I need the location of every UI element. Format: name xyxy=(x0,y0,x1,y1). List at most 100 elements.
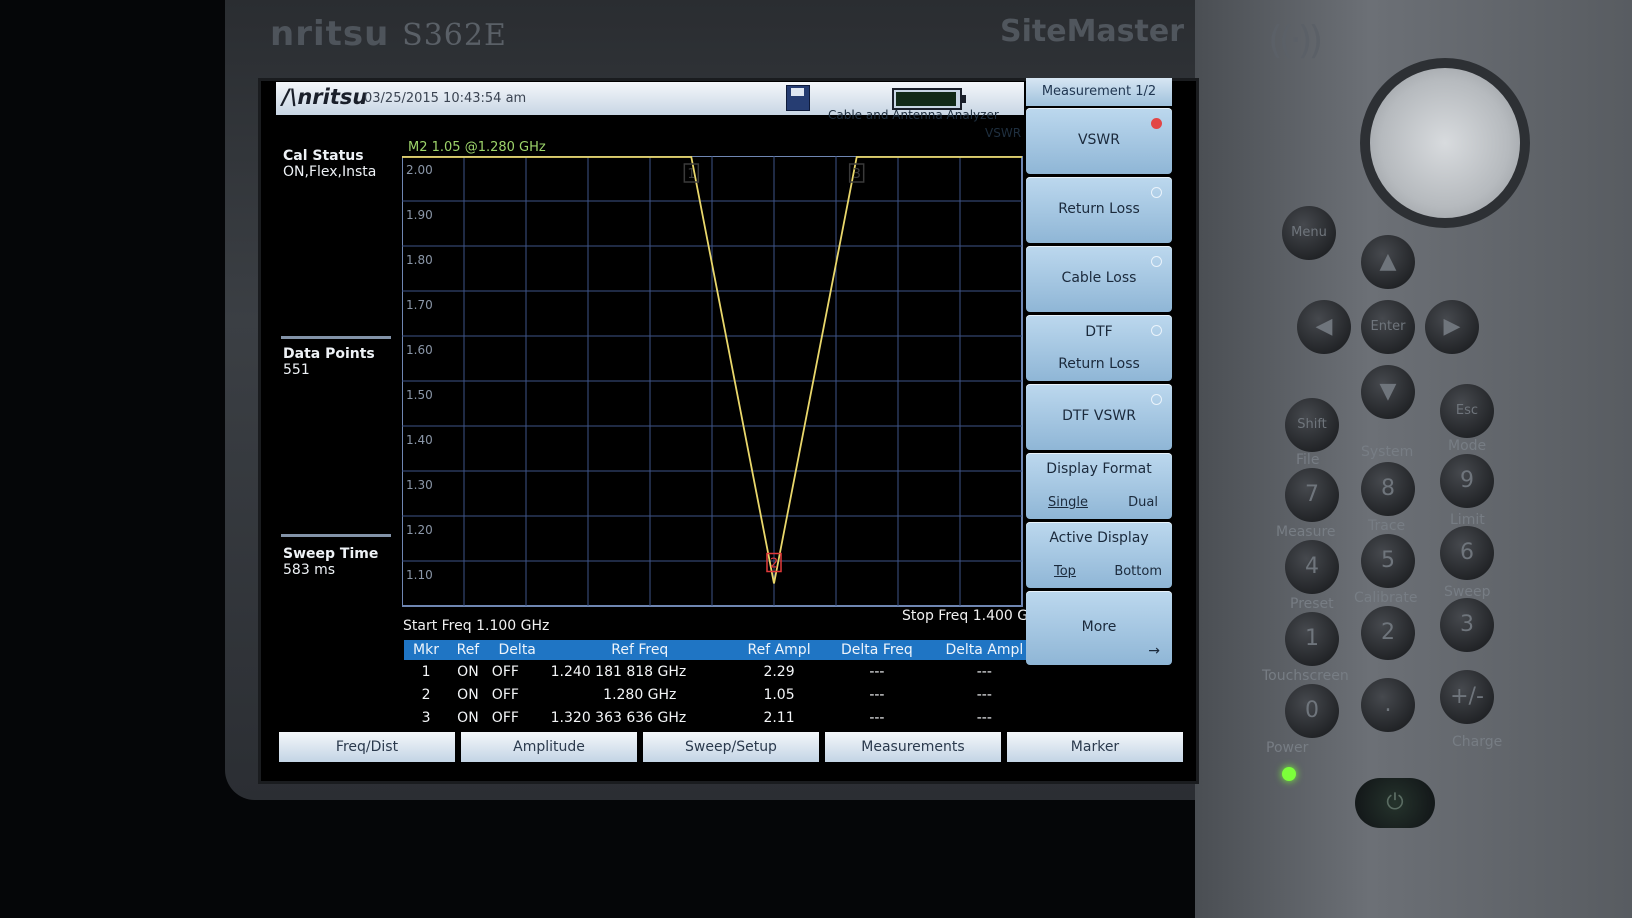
dual-option[interactable]: Dual xyxy=(1128,495,1158,510)
down-arrow-icon[interactable]: ▼ xyxy=(1361,365,1415,419)
col-delta-freq: Delta Freq xyxy=(825,640,929,660)
radio-icon xyxy=(1151,256,1162,267)
vswr-button[interactable]: VSWR xyxy=(1026,108,1172,174)
power-led-icon xyxy=(1282,767,1296,781)
date-time: 03/25/2015 10:43:54 am xyxy=(364,91,527,106)
radio-icon xyxy=(1151,325,1162,336)
marker-label: 1 xyxy=(687,167,695,182)
return-loss-button[interactable]: Return Loss xyxy=(1026,177,1172,243)
battery-icon xyxy=(892,88,966,110)
rotary-knob[interactable] xyxy=(1360,58,1530,228)
key-5[interactable]: 5 xyxy=(1361,534,1415,588)
marker-label: 3 xyxy=(853,167,861,182)
dtf-return-loss-label: Return Loss xyxy=(1058,356,1140,372)
cell: ON xyxy=(457,686,479,703)
tab-freq-dist[interactable]: Freq/Dist xyxy=(279,732,455,762)
sweep-time-title: Sweep Time xyxy=(283,546,379,562)
active-display-label: Active Display xyxy=(1049,530,1149,546)
system-label: System xyxy=(1361,444,1414,460)
stop-freq[interactable]: Stop Freq 1.400 GHz xyxy=(902,608,1046,624)
tab-measurements[interactable]: Measurements xyxy=(825,732,1001,762)
key-7[interactable]: 7 xyxy=(1285,468,1339,522)
more-button[interactable]: More → xyxy=(1026,591,1172,665)
marker-table: Mkr Ref Delta Ref Freq Ref Ampl Delta Fr… xyxy=(404,640,1040,729)
mode-label: Cable and Antenna Analyzer xyxy=(828,108,999,122)
col-mkr: Mkr xyxy=(404,640,449,660)
return-loss-label: Return Loss xyxy=(1058,201,1140,217)
enter-key[interactable]: Enter xyxy=(1361,300,1415,354)
y-tick-label: 1.40 xyxy=(406,433,433,447)
power-button[interactable]: ⏻ xyxy=(1355,778,1435,828)
cell: 1.05 xyxy=(763,686,795,703)
y-tick-label: 1.80 xyxy=(406,253,433,267)
key-1[interactable]: 1 xyxy=(1285,612,1339,666)
trace-label: Trace xyxy=(1368,518,1406,534)
esc-key[interactable]: Esc xyxy=(1440,384,1494,438)
cell: OFF xyxy=(491,663,519,680)
cell: --- xyxy=(869,709,885,726)
mode-key-label: Mode xyxy=(1448,438,1487,454)
bottom-option[interactable]: Bottom xyxy=(1114,564,1162,579)
cell: --- xyxy=(976,709,992,726)
key-8[interactable]: 8 xyxy=(1361,462,1415,516)
key-6[interactable]: 6 xyxy=(1440,526,1494,580)
cal-status-value: ON,Flex,Insta xyxy=(283,164,377,180)
display-format-button[interactable]: Display Format Single Dual xyxy=(1026,453,1172,519)
dtf-label: DTF xyxy=(1085,324,1113,340)
shift-key[interactable]: Shift xyxy=(1285,398,1339,452)
sweep-time: Sweep Time 583 ms xyxy=(283,546,378,578)
cell: 3 xyxy=(421,709,431,726)
tab-amplitude[interactable]: Amplitude xyxy=(461,732,637,762)
menu-key[interactable]: Menu xyxy=(1282,206,1336,260)
dtf-vswr-label: DTF VSWR xyxy=(1062,408,1136,424)
power-label: Power xyxy=(1266,740,1309,756)
key-9[interactable]: 9 xyxy=(1440,454,1494,508)
cell: --- xyxy=(869,686,885,703)
y-tick-label: 1.90 xyxy=(406,208,433,222)
cell: 1 xyxy=(421,663,431,680)
radio-selected-icon xyxy=(1151,118,1162,129)
single-option[interactable]: Single xyxy=(1048,495,1088,510)
cable-loss-button[interactable]: Cable Loss xyxy=(1026,246,1172,312)
y-tick-label: 1.60 xyxy=(406,343,433,357)
cell: 2.11 xyxy=(763,709,795,726)
cell: --- xyxy=(869,663,885,680)
radio-icon xyxy=(1151,394,1162,405)
cell: 1.280 GHz xyxy=(603,686,677,703)
preset-label: Preset xyxy=(1290,596,1334,612)
y-tick-label: 1.20 xyxy=(406,523,433,537)
table-row: 2 ON OFF 1.280 GHz 1.05 --- --- xyxy=(404,683,1040,706)
touchscreen-label: Touchscreen xyxy=(1262,668,1349,684)
key-4[interactable]: 4 xyxy=(1285,540,1339,594)
y-tick-label: 2.00 xyxy=(406,163,433,177)
right-arrow-icon[interactable]: ▶ xyxy=(1425,300,1479,354)
top-option[interactable]: Top xyxy=(1054,564,1076,579)
key-0[interactable]: 0 xyxy=(1285,684,1339,738)
dtf-vswr-button[interactable]: DTF VSWR xyxy=(1026,384,1172,450)
key-2[interactable]: 2 xyxy=(1361,606,1415,660)
cell: --- xyxy=(976,686,992,703)
y-tick-label: 1.50 xyxy=(406,388,433,402)
left-arrow-icon[interactable]: ◀ xyxy=(1297,300,1351,354)
save-icon[interactable] xyxy=(786,85,810,111)
tab-marker[interactable]: Marker xyxy=(1007,732,1183,762)
key-plus-minus[interactable]: +/- xyxy=(1440,670,1494,724)
tab-sweep-setup[interactable]: Sweep/Setup xyxy=(643,732,819,762)
cell: 1.320 363 636 GHz xyxy=(550,709,687,726)
measurement-type-label: VSWR xyxy=(985,126,1022,140)
start-freq[interactable]: Start Freq 1.100 GHz xyxy=(403,618,549,634)
vswr-graph[interactable]: 2.00 1.90 1.80 1.70 1.60 1.50 1.40 1.30 1.20 1.10… xyxy=(402,156,1032,610)
file-label: File xyxy=(1296,452,1320,468)
device-product-name: SiteMaster xyxy=(1000,14,1185,49)
key-3[interactable]: 3 xyxy=(1440,598,1494,652)
active-display-button[interactable]: Active Display Top Bottom xyxy=(1026,522,1172,588)
cell: --- xyxy=(976,663,992,680)
up-arrow-icon[interactable]: ▲ xyxy=(1361,235,1415,289)
col-ref-ampl: Ref Ampl xyxy=(732,640,826,660)
divider xyxy=(281,336,391,339)
cell: 2 xyxy=(421,686,431,703)
dtf-return-loss-button[interactable]: DTF Return Loss xyxy=(1026,315,1172,381)
col-ref: Ref xyxy=(448,640,488,660)
key-decimal[interactable]: . xyxy=(1361,678,1415,732)
marker-label: 2 xyxy=(770,557,778,572)
